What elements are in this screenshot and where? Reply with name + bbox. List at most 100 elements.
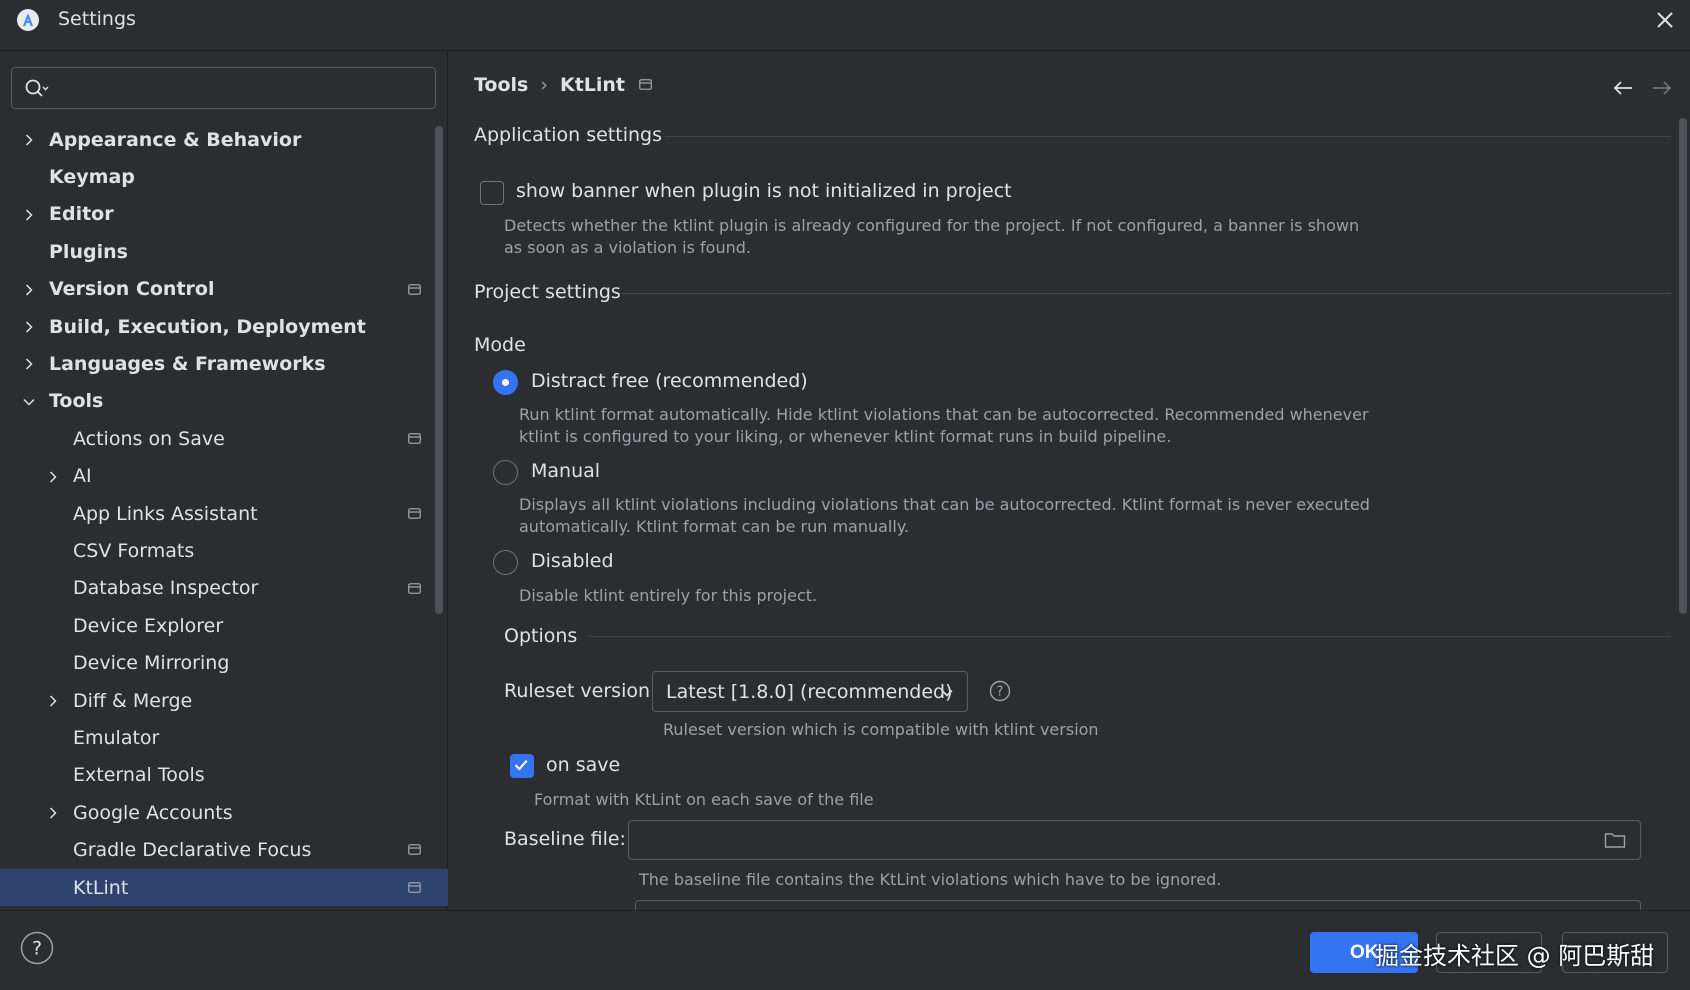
sidebar-item-keymap[interactable]: Keymap [0, 158, 436, 195]
sidebar-item-label: Device Explorer [73, 614, 224, 637]
settings-sidebar: Appearance & Behavior Keymap Editor Plugins… [0, 52, 448, 910]
sidebar-item-label: Version Control [49, 278, 215, 301]
on-save-label[interactable]: on save [546, 754, 620, 776]
breadcrumb-separator: › [540, 74, 548, 96]
chevron-right-icon[interactable] [46, 694, 60, 708]
project-level-icon [408, 508, 421, 519]
project-settings-title: Project settings [474, 281, 621, 303]
mode-manual-radio[interactable] [493, 460, 518, 485]
section-divider [589, 636, 1671, 637]
mode-manual-label[interactable]: Manual [531, 460, 600, 482]
close-icon[interactable] [1652, 7, 1678, 33]
svg-text:?: ? [997, 685, 1004, 700]
checkmark-icon [514, 759, 528, 771]
sidebar-item-external-tools[interactable]: External Tools [0, 757, 436, 794]
sidebar-item-languages-frameworks[interactable]: Languages & Frameworks [0, 345, 436, 382]
folder-icon[interactable] [1604, 831, 1626, 849]
sidebar-item-label: Build, Execution, Deployment [49, 315, 366, 338]
svg-text:?: ? [32, 938, 42, 960]
sidebar-item-database-inspector[interactable]: Database Inspector [0, 570, 436, 607]
sidebar-item-gradle-declarative-focus[interactable]: Gradle Declarative Focus [0, 831, 436, 868]
sidebar-item-label: Tools [49, 390, 104, 413]
sidebar-item-label: Device Mirroring [73, 652, 230, 675]
sidebar-item-ai[interactable]: AI [0, 458, 436, 495]
forward-arrow-icon[interactable] [1650, 78, 1674, 98]
mode-disabled-label[interactable]: Disabled [531, 550, 614, 572]
sidebar-item-google-accounts[interactable]: Google Accounts [0, 794, 436, 831]
sidebar-item-csv-formats[interactable]: CSV Formats [0, 532, 436, 569]
sidebar-item-label: Diff & Merge [73, 689, 193, 712]
sidebar-item-version-control[interactable]: Version Control [0, 271, 436, 308]
sidebar-item-label: CSV Formats [73, 539, 195, 562]
sidebar-item-tools[interactable]: Tools [0, 383, 436, 420]
chevron-right-icon[interactable] [46, 470, 60, 484]
section-divider [665, 136, 1671, 137]
chevron-right-icon[interactable] [22, 320, 36, 334]
mode-manual-description: Displays all ktlint violations including… [519, 495, 1370, 536]
sidebar-item-label: Languages & Frameworks [49, 353, 326, 376]
sidebar-scrollbar[interactable] [435, 126, 443, 614]
search-icon [25, 79, 49, 97]
sidebar-item-label: Appearance & Behavior [49, 128, 302, 151]
back-arrow-icon[interactable] [1611, 78, 1635, 98]
sidebar-item-build-execution-deployment[interactable]: Build, Execution, Deployment [0, 308, 436, 345]
watermark-text: 掘金技术社区 @ 阿巴斯甜 [1375, 942, 1655, 970]
mode-disabled-description: Disable ktlint entirely for this project… [519, 586, 818, 605]
sidebar-item-label: Emulator [73, 726, 160, 749]
sidebar-item-label: Database Inspector [73, 577, 259, 600]
project-level-icon [639, 79, 652, 90]
chevron-right-icon[interactable] [22, 357, 36, 371]
project-level-icon [408, 582, 421, 594]
sidebar-item-label: Gradle Declarative Focus [73, 839, 312, 862]
breadcrumb-ktlint: KtLint [559, 74, 626, 96]
chevron-down-icon [941, 689, 953, 697]
mode-distract-free-radio[interactable] [493, 370, 518, 395]
options-title: Options [504, 625, 578, 647]
help-circle-icon[interactable]: ? [20, 931, 54, 965]
sidebar-item-label: Keymap [49, 166, 135, 189]
sidebar-item-appearance-behavior[interactable]: Appearance & Behavior [0, 121, 436, 158]
show-banner-label[interactable]: show banner when plugin is not initializ… [516, 180, 1012, 202]
ruleset-version-dropdown[interactable]: Latest [1.8.0] (recommended) [652, 671, 968, 712]
sidebar-item-label: KtLint [73, 876, 129, 899]
settings-tree: Appearance & Behavior Keymap Editor Plugins… [0, 121, 448, 907]
sidebar-item-editor[interactable]: Editor [0, 196, 436, 233]
content-scrollbar[interactable] [1679, 118, 1687, 614]
sidebar-item-plugins[interactable]: Plugins [0, 233, 436, 270]
mode-distract-free-description: Run ktlint format automatically. Hide kt… [519, 405, 1369, 446]
on-save-description: Format with KtLint on each save of the f… [534, 790, 874, 809]
sidebar-item-app-links-assistant[interactable]: App Links Assistant [0, 495, 436, 532]
sidebar-item-device-mirroring[interactable]: Device Mirroring [0, 644, 436, 681]
chevron-right-icon[interactable] [22, 208, 36, 222]
show-banner-description: Detects whether the ktlint plugin is alr… [504, 216, 1360, 257]
sidebar-item-emulator[interactable]: Emulator [0, 719, 436, 756]
chevron-right-icon[interactable] [22, 133, 36, 147]
project-level-icon [408, 844, 421, 856]
sidebar-item-actions-on-save[interactable]: Actions on Save [0, 420, 436, 457]
chevron-down-icon[interactable] [22, 395, 36, 409]
application-settings-title: Application settings [474, 124, 662, 146]
sidebar-item-label: Plugins [49, 240, 128, 263]
on-save-checkbox[interactable] [510, 754, 534, 778]
ruleset-version-description: Ruleset version which is compatible with… [663, 720, 1099, 739]
sidebar-item-label: External Tools [73, 764, 205, 787]
baseline-file-description: The baseline file contains the KtLint vi… [639, 870, 1222, 889]
settings-search-input[interactable] [11, 67, 436, 109]
chevron-right-icon[interactable] [46, 806, 60, 820]
breadcrumb-tools[interactable]: Tools [474, 74, 528, 96]
sidebar-item-label: AI [73, 465, 92, 488]
chevron-right-icon[interactable] [22, 283, 36, 297]
help-icon[interactable]: ? [989, 680, 1011, 702]
breadcrumb: Tools › KtLint [474, 74, 625, 96]
project-level-icon [408, 433, 421, 445]
sidebar-item-label: Actions on Save [73, 427, 225, 450]
mode-disabled-radio[interactable] [493, 550, 518, 575]
window-title: Settings [58, 8, 136, 30]
ruleset-version-value: Latest [1.8.0] (recommended) [666, 681, 953, 703]
sidebar-item-ktlint[interactable]: KtLint [0, 868, 448, 907]
sidebar-item-device-explorer[interactable]: Device Explorer [0, 607, 436, 644]
show-banner-checkbox[interactable] [480, 181, 504, 205]
baseline-file-input[interactable] [628, 820, 1641, 860]
mode-distract-free-label[interactable]: Distract free (recommended) [531, 370, 808, 392]
sidebar-item-diff-merge[interactable]: Diff & Merge [0, 682, 436, 719]
